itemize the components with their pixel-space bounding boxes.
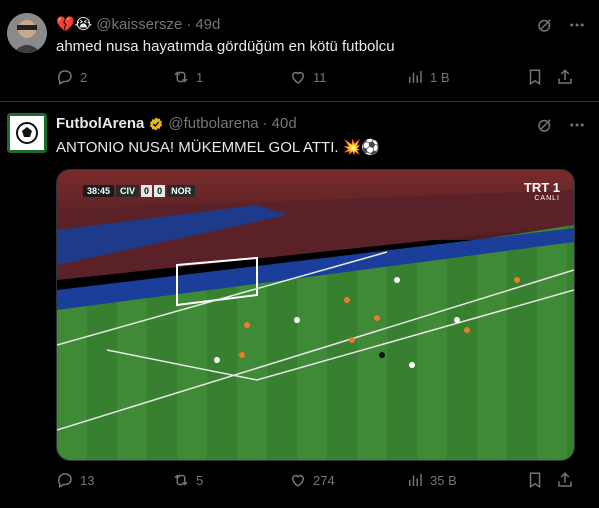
tweet-corner-actions xyxy=(536,16,586,34)
scoreboard: 38:45 CIV 0 0 NOR xyxy=(83,184,196,198)
view-count: 1 B xyxy=(430,69,450,85)
broadcaster-name: TRT 1 xyxy=(523,180,560,195)
avatar[interactable] xyxy=(7,13,47,53)
timestamp[interactable]: 40d xyxy=(272,115,297,132)
views-icon xyxy=(409,71,422,83)
football-pitch-image xyxy=(57,170,574,460)
tweet-corner-actions xyxy=(536,116,586,134)
tweet-text: ahmed nusa hayatımda gördüğüm en kötü fu… xyxy=(56,38,395,55)
tweet-header: 💔😭 @kaissersze · 49d xyxy=(56,15,220,34)
retweet-count: 1 xyxy=(196,69,204,85)
home-score: 0 xyxy=(141,185,153,197)
reply-icon xyxy=(58,70,72,86)
broadcaster-logo: TRT 1 CANLI xyxy=(523,180,560,204)
more-icon[interactable] xyxy=(568,116,586,134)
more-icon[interactable] xyxy=(568,16,586,34)
bookmark-icon xyxy=(529,69,541,86)
live-label: CANLI xyxy=(534,195,560,202)
like-count: 11 xyxy=(313,69,327,85)
home-team: CIV xyxy=(116,185,140,197)
video-player[interactable]: 38:45 CIV 0 0 NOR TRT 1 CANLI xyxy=(56,169,575,461)
bookmark-icon xyxy=(529,472,541,489)
views-button[interactable]: 1 B xyxy=(406,68,450,86)
reply-icon xyxy=(58,473,72,489)
heart-icon xyxy=(291,474,305,487)
heart-icon xyxy=(291,71,305,84)
reply-button[interactable]: 2 xyxy=(56,68,87,86)
reply-count: 13 xyxy=(80,472,95,488)
tweet[interactable]: 💔😭 @kaissersze · 49d ahmed nusa hayatımd… xyxy=(0,0,599,98)
like-count: 274 xyxy=(313,472,335,488)
like-button[interactable]: 274 xyxy=(289,471,335,489)
views-button[interactable]: 35 B xyxy=(406,471,457,489)
share-icon xyxy=(558,69,572,84)
user-handle[interactable]: @kaissersze xyxy=(96,16,182,33)
share-button[interactable] xyxy=(556,68,574,86)
timestamp[interactable]: 49d xyxy=(195,16,220,33)
retweet-button[interactable]: 1 xyxy=(172,68,203,86)
tweet-header: FutbolArena @futbolarena · 40d xyxy=(56,115,297,132)
match-clock: 38:45 xyxy=(83,185,115,197)
tweet-text: ANTONIO NUSA! MÜKEMMEL GOL ATTI. 💥⚽ xyxy=(56,139,381,156)
reply-count: 2 xyxy=(80,69,88,85)
away-score: 0 xyxy=(154,185,166,197)
verified-badge-icon xyxy=(150,116,163,131)
tweet-actions: 13 5 274 35 B xyxy=(56,471,576,493)
bookmark-button[interactable] xyxy=(526,68,544,86)
bookmark-button[interactable] xyxy=(526,471,544,489)
tweet-actions: 2 1 11 1 B xyxy=(56,68,576,90)
user-handle[interactable]: @futbolarena xyxy=(168,115,258,132)
tweet-divider xyxy=(0,101,599,102)
share-button[interactable] xyxy=(556,471,574,489)
grok-icon[interactable] xyxy=(536,116,554,134)
reply-button[interactable]: 13 xyxy=(56,471,94,489)
away-team: NOR xyxy=(167,185,196,197)
retweet-icon xyxy=(174,474,188,486)
avatar[interactable] xyxy=(7,113,47,153)
user-display-name[interactable]: FutbolArena xyxy=(56,115,144,132)
retweet-count: 5 xyxy=(196,472,204,488)
retweet-icon xyxy=(174,71,188,83)
view-count: 35 B xyxy=(430,472,457,488)
separator-dot: · xyxy=(186,15,192,33)
like-button[interactable]: 11 xyxy=(289,68,327,86)
grok-icon[interactable] xyxy=(536,16,554,34)
views-icon xyxy=(409,474,422,486)
separator-dot: · xyxy=(262,115,268,132)
retweet-button[interactable]: 5 xyxy=(172,471,203,489)
user-emoji-name[interactable]: 💔😭 xyxy=(56,15,92,33)
share-icon xyxy=(558,472,572,487)
